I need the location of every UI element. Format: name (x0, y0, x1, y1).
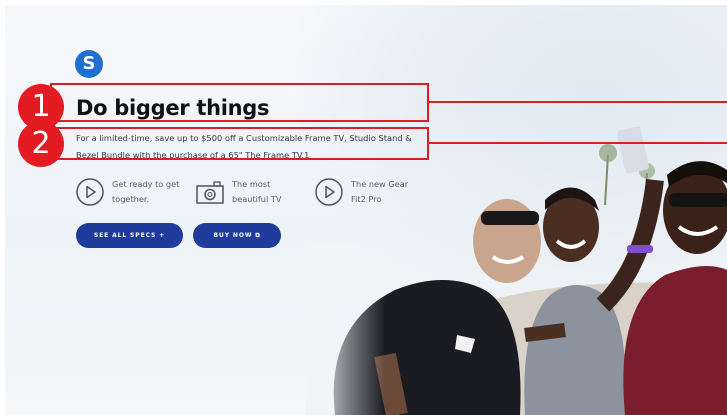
camera-icon (196, 181, 224, 204)
hero-photo (305, 126, 727, 415)
feature-label: The new Gear Fit2 Pro (351, 179, 409, 204)
feature-label: Get ready to get together. (112, 179, 180, 204)
annotation-box-subtext (50, 127, 429, 160)
feature-beautiful-tv[interactable]: The most beautiful TV (195, 177, 312, 207)
play-circle-icon (315, 178, 343, 206)
play-circle-icon (76, 178, 104, 206)
see-all-specs-button[interactable]: SEE ALL SPECS + (76, 223, 183, 248)
feature-get-together[interactable]: Get ready to get together. (75, 177, 192, 207)
samsung-logo-icon: S (75, 50, 103, 78)
annotation-box-headline (50, 83, 429, 122)
buy-now-button[interactable]: BUY NOW ⧉ (193, 223, 281, 248)
hero-page: S Do bigger things For a limited-time, s… (5, 5, 727, 415)
annotation-line-headline (429, 101, 727, 103)
feature-gear-fit2-pro[interactable]: The new Gear Fit2 Pro (314, 177, 431, 207)
annotation-line-subtext (429, 142, 727, 144)
annotation-number-2: 2 (18, 121, 64, 167)
feature-label: The most beautiful TV (232, 179, 282, 204)
